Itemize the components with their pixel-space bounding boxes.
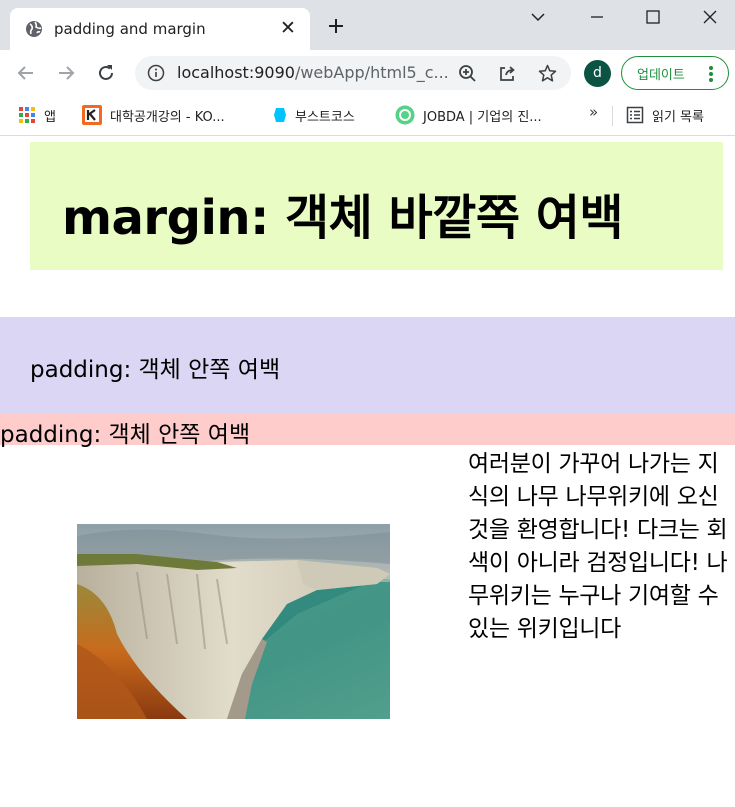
apps-grid-icon xyxy=(19,107,35,123)
url-text[interactable]: localhost:9090/webApp/html5_c... xyxy=(177,63,449,82)
welcome-paragraph: 여러분이 가꾸어 나가는 지식의 나무 나무위키에 오신 것을 환영합니다! 다… xyxy=(468,451,728,642)
new-tab-button[interactable] xyxy=(326,16,346,36)
close-window-icon[interactable] xyxy=(701,8,719,26)
reload-icon[interactable] xyxy=(96,63,116,83)
url-host: localhost:9090 xyxy=(177,63,295,82)
profile-avatar[interactable]: d xyxy=(584,60,611,87)
padding-box-text: padding: 객체 안쪽 여백 xyxy=(30,357,281,383)
cliff-coast-photo xyxy=(77,524,390,719)
bookmark-label: 대학공개강의 - KO... xyxy=(110,109,225,125)
site-info-icon[interactable] xyxy=(147,64,165,82)
bookmark-label: 앱 xyxy=(44,109,56,125)
address-bar[interactable]: localhost:9090/webApp/html5_c... xyxy=(135,56,571,90)
forward-arrow-icon[interactable] xyxy=(56,63,76,83)
page-viewport: margin: 객체 바깥쪽 여백 padding: 객체 안쪽 여백 padd… xyxy=(0,137,735,807)
bookmark-kocw[interactable]: 대학공개강의 - KO... xyxy=(82,104,225,126)
reading-list-icon xyxy=(626,106,644,124)
zoom-icon[interactable] xyxy=(458,64,477,83)
globe-icon xyxy=(25,20,43,38)
margin-demo-box: margin: 객체 바깥쪽 여백 xyxy=(30,142,723,270)
bookmark-star-icon[interactable] xyxy=(538,64,557,83)
bookmarks-overflow-button[interactable]: » xyxy=(589,103,598,121)
tab-strip: padding and margin ✕ xyxy=(0,0,735,50)
padding-demo-box: padding: 객체 안쪽 여백 xyxy=(0,317,735,413)
update-button-label: 업데이트 xyxy=(637,68,685,83)
browser-toolbar: localhost:9090/webApp/html5_c... d 업데이트 xyxy=(0,50,735,96)
minimize-icon[interactable] xyxy=(588,8,606,26)
k-logo-icon xyxy=(82,105,102,125)
back-arrow-icon[interactable] xyxy=(16,63,36,83)
bookmarks-divider xyxy=(612,106,613,126)
url-path: /webApp/html5_c... xyxy=(294,63,449,82)
tab-title: padding and margin xyxy=(54,20,206,38)
jobda-icon xyxy=(395,105,415,125)
margin-heading: margin: 객체 바깥쪽 여백 xyxy=(62,190,624,246)
padding-bar-text: padding: 객체 안쪽 여백 xyxy=(0,422,251,448)
share-icon[interactable] xyxy=(498,64,517,83)
bookmark-apps[interactable]: 앱 xyxy=(18,104,56,126)
bookmarks-bar: 앱 대학공개강의 - KO... 부스트코스 JOBDA | 기업의 진... … xyxy=(0,96,735,136)
more-menu-icon[interactable] xyxy=(708,65,714,83)
bookmark-label: JOBDA | 기업의 진... xyxy=(423,109,542,125)
reading-list-button[interactable]: 읽기 목록 xyxy=(626,104,704,126)
bookmark-label: 부스트코스 xyxy=(295,109,355,125)
bookmark-boostcourse[interactable]: 부스트코스 xyxy=(273,104,355,126)
reading-list-label: 읽기 목록 xyxy=(652,109,704,125)
tab-search-chevron-icon[interactable] xyxy=(529,8,547,26)
no-padding-demo-bar: padding: 객체 안쪽 여백 xyxy=(0,413,735,448)
bookmark-jobda[interactable]: JOBDA | 기업의 진... xyxy=(395,104,542,126)
update-button[interactable]: 업데이트 xyxy=(621,56,729,90)
maximize-icon[interactable] xyxy=(644,8,662,26)
active-tab[interactable]: padding and margin ✕ xyxy=(10,8,310,50)
boostcourse-icon xyxy=(274,108,286,122)
close-tab-icon[interactable]: ✕ xyxy=(280,18,296,38)
